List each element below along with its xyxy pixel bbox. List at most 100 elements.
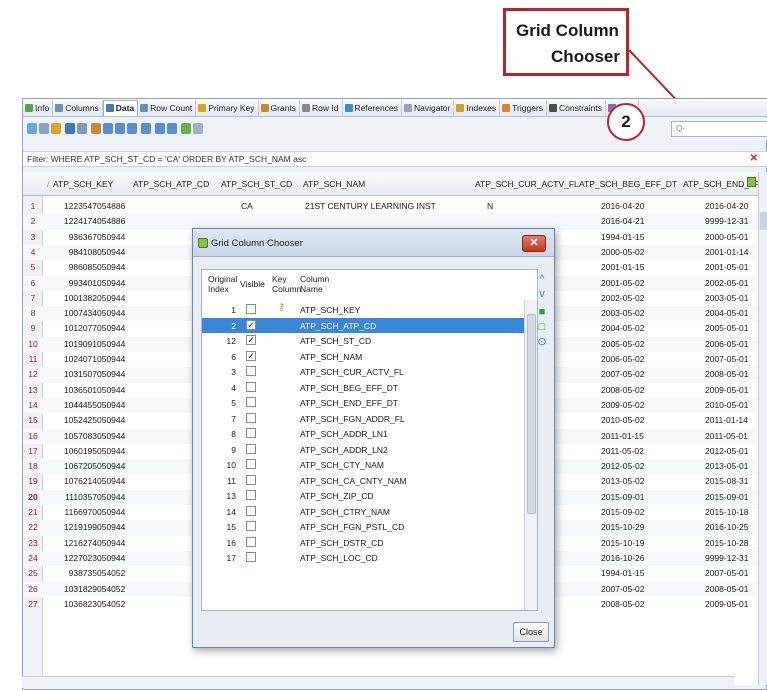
cell-atp-sch-beg-eff-dt[interactable]: 2007-05-02	[601, 369, 644, 379]
list-item[interactable]: 1 ⚷ ATP_SCH_KEY	[202, 302, 524, 318]
grid-horizontal-scrollbar[interactable]	[22, 676, 734, 688]
refresh-icon[interactable]	[27, 123, 37, 134]
cell-atp-sch-end-eff-dt[interactable]: 2012-05-01	[705, 446, 748, 456]
cell-atp-sch-key[interactable]: 1031829	[45, 584, 97, 594]
cell-atp-sch-end-eff-dt[interactable]: 2009-05-01	[705, 599, 748, 609]
cell-atp-sch-beg-eff-dt[interactable]: 2006-05-02	[601, 354, 644, 364]
cell-atp-sch-atp-cd[interactable]: 050944	[97, 385, 125, 395]
cell-atp-sch-key[interactable]: 1076214	[45, 476, 97, 486]
cell-atp-sch-end-eff-dt[interactable]: 2013-05-01	[705, 461, 748, 471]
column-header[interactable]: ATP_SCH_NAM	[303, 179, 365, 189]
cell-atp-sch-key[interactable]: 984108	[45, 247, 97, 257]
cell-atp-sch-beg-eff-dt[interactable]: 2009-05-02	[601, 400, 644, 410]
cell-atp-sch-key[interactable]: 1224174	[45, 216, 97, 226]
cell-atp-sch-atp-cd[interactable]: 050944	[97, 293, 125, 303]
cell-atp-sch-key[interactable]: 1067205	[45, 461, 97, 471]
visible-checkbox[interactable]	[246, 304, 256, 314]
grid-view-icon[interactable]	[91, 123, 101, 134]
cell-atp-sch-beg-eff-dt[interactable]: 2003-05-02	[601, 308, 644, 318]
cell-atp-sch-end-eff-dt[interactable]: 2006-05-01	[705, 339, 748, 349]
tab-row-count[interactable]: Row Count	[138, 99, 197, 116]
cell-atp-sch-key[interactable]: 1223547	[45, 201, 97, 211]
cell-atp-sch-beg-eff-dt[interactable]: 1994-01-15	[601, 568, 644, 578]
undo-icon[interactable]	[193, 123, 203, 134]
visible-checkbox[interactable]	[246, 552, 256, 562]
cell-atp-sch-key[interactable]: 1036501	[45, 385, 97, 395]
visible-checkbox[interactable]	[246, 474, 256, 485]
export-icon[interactable]	[181, 123, 191, 134]
visible-checkbox[interactable]	[246, 366, 256, 376]
filter-text[interactable]: Filter: WHERE ATP_SCH_ST_CD = 'CA' ORDER…	[27, 154, 306, 164]
cell-atp-sch-end-eff-dt[interactable]: 2011-01-14	[705, 415, 748, 425]
cell-atp-sch-beg-eff-dt[interactable]: 2000-05-02	[601, 247, 644, 257]
visible-checkbox[interactable]	[246, 397, 256, 407]
tab-indexes[interactable]: Indexes	[454, 99, 501, 116]
tab-info[interactable]: Info	[23, 99, 54, 116]
tab-row-id[interactable]: Row Id	[300, 99, 343, 116]
cell-atp-sch-beg-eff-dt[interactable]: 2015-09-01	[601, 492, 644, 502]
visible-checkbox[interactable]	[246, 443, 256, 454]
cell-atp-sch-atp-cd[interactable]: 050944	[97, 339, 125, 349]
list-item[interactable]: 2 ✓ ATP_SCH_ATP_CD	[202, 317, 524, 333]
sort-icon[interactable]	[51, 123, 61, 134]
cell-atp-sch-end-eff-dt[interactable]: 2016-04-20	[705, 201, 748, 211]
reset-icon[interactable]: ⊙	[536, 336, 548, 348]
visible-checkbox[interactable]	[246, 505, 256, 516]
cell-atp-sch-atp-cd[interactable]: 050944	[97, 400, 125, 410]
cell-atp-sch-beg-eff-dt[interactable]: 2016-10-26	[601, 553, 644, 563]
cell-atp-sch-end-eff-dt[interactable]: 2008-05-01	[705, 369, 748, 379]
cell-atp-sch-atp-cd[interactable]: 054886	[97, 216, 125, 226]
visible-checkbox[interactable]	[246, 381, 256, 392]
cell-atp-sch-end-eff-dt[interactable]: 2003-05-01	[705, 293, 748, 303]
cell-atp-sch-nam[interactable]: 21ST CENTURY LEARNING INST	[305, 201, 436, 211]
cell-atp-sch-key[interactable]: 1219199	[45, 522, 97, 532]
cell-atp-sch-key[interactable]: 1044455	[45, 400, 97, 410]
commit-icon[interactable]	[155, 123, 165, 134]
cell-atp-sch-atp-cd[interactable]: 050944	[97, 308, 125, 318]
duplicate-row-icon[interactable]	[141, 123, 151, 134]
cell-atp-sch-atp-cd[interactable]: 050944	[97, 415, 125, 425]
cell-atp-sch-atp-cd[interactable]: 054052	[97, 584, 125, 594]
column-header[interactable]: ATP_SCH_ATP_CD	[133, 179, 209, 189]
cell-atp-sch-beg-eff-dt[interactable]: 2008-05-02	[601, 599, 644, 609]
cell-atp-sch-atp-cd[interactable]: 050944	[97, 323, 125, 333]
cell-atp-sch-key[interactable]: 936367	[45, 232, 97, 242]
cell-atp-sch-key[interactable]: 1216274	[45, 538, 97, 548]
visible-checkbox[interactable]	[246, 536, 256, 547]
cell-atp-sch-atp-cd[interactable]: 050944	[97, 538, 125, 548]
cell-atp-sch-key[interactable]: 1007434	[45, 308, 97, 318]
cell-atp-sch-end-eff-dt[interactable]: 2015-10-18	[705, 507, 748, 517]
tab-primary-key[interactable]: Primary Key	[196, 99, 259, 116]
list-item[interactable]: 9 ATP_SCH_ADDR_LN2	[202, 442, 524, 458]
column-header[interactable]: ATP_SCH_ST_CD	[221, 179, 292, 189]
cell-atp-sch-st-cd[interactable]: CA	[241, 201, 253, 211]
tab-references[interactable]: References	[343, 99, 402, 116]
cell-atp-sch-beg-eff-dt[interactable]: 2012-05-02	[601, 461, 644, 471]
cell-atp-sch-key[interactable]: 1227023	[45, 553, 97, 563]
cell-atp-sch-beg-eff-dt[interactable]: 1994-01-15	[601, 232, 644, 242]
cell-atp-sch-atp-cd[interactable]: 050944	[97, 431, 125, 441]
cell-atp-sch-atp-cd[interactable]: 050944	[97, 232, 125, 242]
cell-atp-sch-atp-cd[interactable]: 050944	[97, 461, 125, 471]
select-none-icon[interactable]: □	[536, 321, 548, 333]
search-input[interactable]: Q-	[671, 121, 767, 137]
column-header[interactable]: ATP_SCH_KEY	[53, 179, 113, 189]
cell-atp-sch-atp-cd[interactable]: 054886	[97, 201, 125, 211]
cell-atp-sch-beg-eff-dt[interactable]: 2001-01-15	[601, 262, 644, 272]
cell-atp-sch-end-eff-dt[interactable]: 2015-09-01	[705, 492, 748, 502]
column-header[interactable]: ATP_SCH_CUR_ACTV_FL	[475, 179, 579, 189]
list-item[interactable]: 12 ✓ ATP_SCH_ST_CD	[202, 333, 524, 349]
scrollbar-thumb[interactable]	[760, 212, 767, 230]
cell-atp-sch-beg-eff-dt[interactable]: 2015-10-19	[601, 538, 644, 548]
list-item[interactable]: 15 ATP_SCH_FGN_PSTL_CD	[202, 519, 524, 535]
visible-checkbox[interactable]	[246, 490, 256, 500]
cell-atp-sch-beg-eff-dt[interactable]: 2015-09-02	[601, 507, 644, 517]
cell-atp-sch-beg-eff-dt[interactable]: 2004-05-02	[601, 323, 644, 333]
cell-atp-sch-beg-eff-dt[interactable]: 2010-05-02	[601, 415, 644, 425]
tab-triggers[interactable]: Triggers	[500, 99, 548, 116]
table-row[interactable]: 1 1223547 054886 CA 21ST CENTURY LEARNING IN…	[23, 199, 758, 214]
dialog-titlebar[interactable]: Grid Column Chooser ✕	[193, 229, 554, 257]
filter-icon[interactable]	[65, 123, 75, 134]
cell-atp-sch-beg-eff-dt[interactable]: 2013-05-02	[601, 476, 644, 486]
visible-checkbox[interactable]	[246, 521, 256, 531]
